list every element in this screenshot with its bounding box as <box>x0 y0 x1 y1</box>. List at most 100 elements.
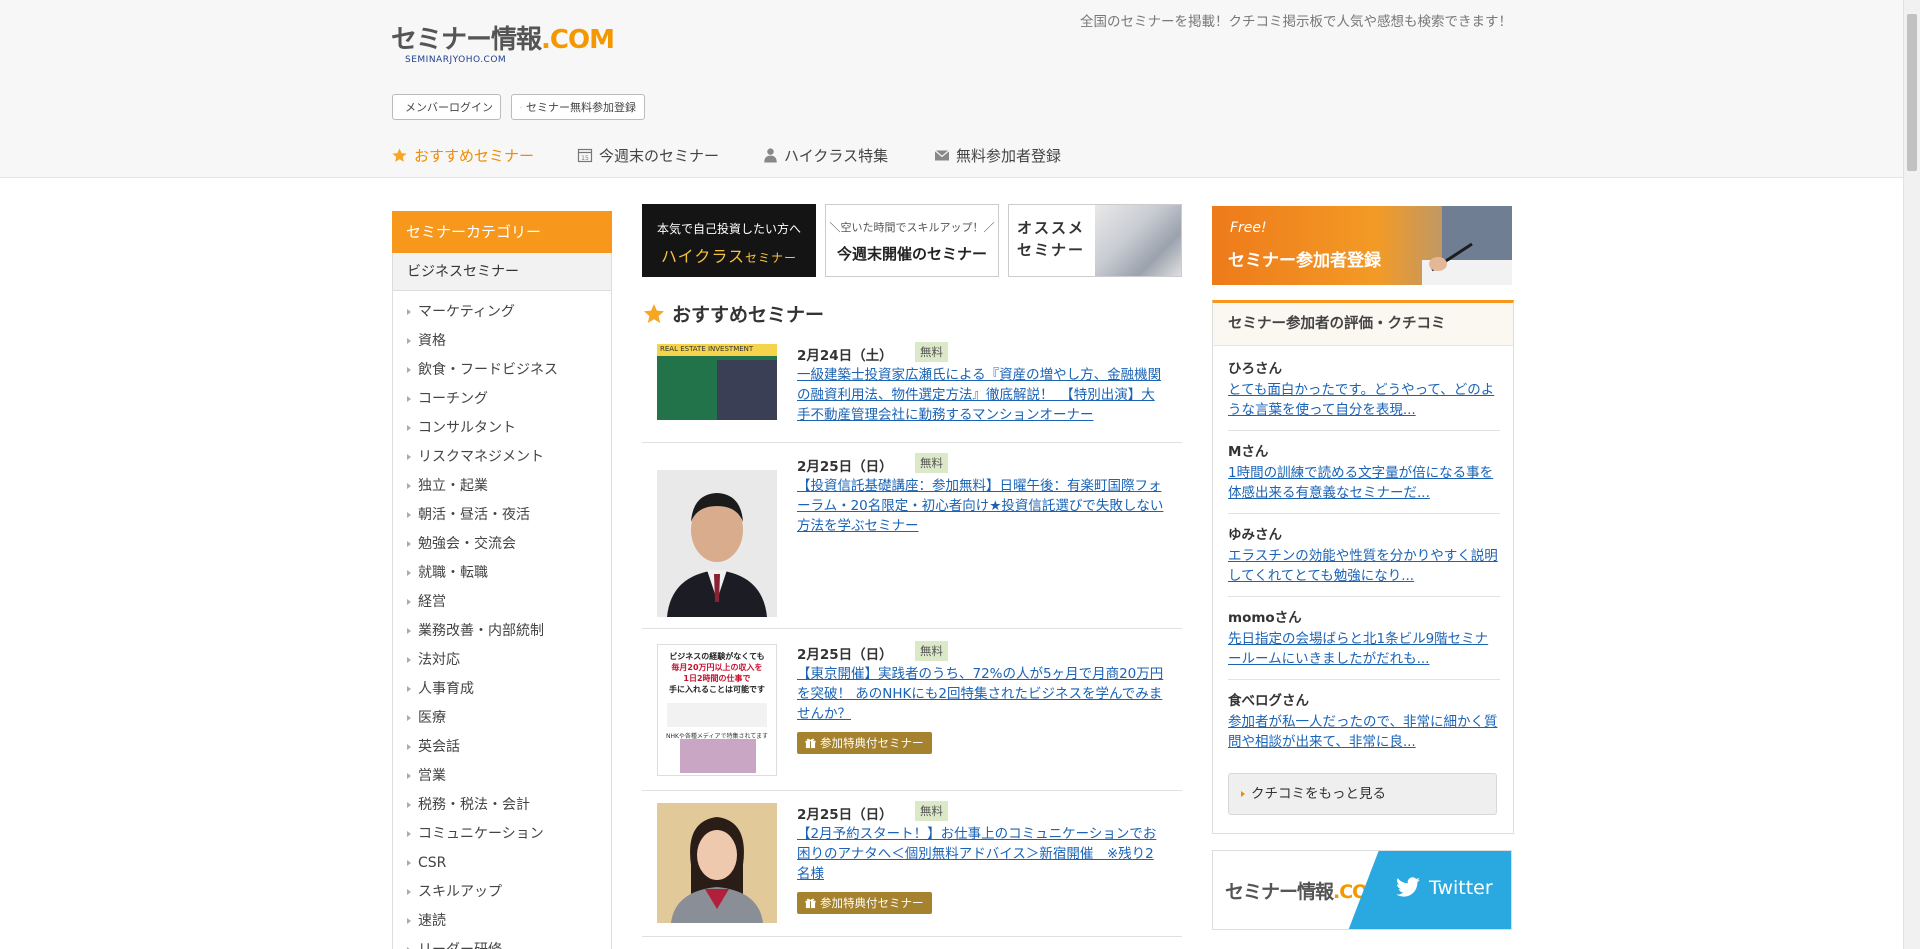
category-item[interactable]: 資格 <box>393 327 611 356</box>
arrow-right-icon <box>407 657 411 663</box>
speaker-photo <box>657 803 777 923</box>
seminar-title-link[interactable]: 【投資信託基礎講座：参加無料】日曜午後：有楽町国際フォーラム・20名限定・初心者… <box>797 476 1167 536</box>
category-item[interactable]: 営業 <box>393 762 611 791</box>
category-item-label: CSR <box>418 855 447 871</box>
seminar-thumbnail[interactable]: ビジネスの経験がなくても 毎月20万円以上の収入を 1日2時間の仕事で 手に入れ… <box>657 644 777 776</box>
category-item[interactable]: コーチング <box>393 385 611 414</box>
category-item[interactable]: 朝活・昼活・夜活 <box>393 501 611 530</box>
perk-badge[interactable]: 参加特典付セミナー <box>797 892 932 914</box>
twitter-banner[interactable]: セミナー情報.COM Twitter <box>1212 850 1512 930</box>
category-item-label: 英会話 <box>418 739 460 755</box>
speaker-photo <box>657 470 777 617</box>
category-item[interactable]: 法対応 <box>393 646 611 675</box>
seminar-title-link[interactable]: 【東京開催】実践者のうち、72%の人が5ヶ月で月商20万円を突破！ あのNHKに… <box>797 664 1167 724</box>
category-item[interactable]: 速読 <box>393 907 611 936</box>
category-item-label: 医療 <box>418 710 446 726</box>
category-item[interactable]: 就職・転職 <box>393 559 611 588</box>
reviewer-name: momoさん <box>1228 610 1302 626</box>
star-icon <box>392 147 407 162</box>
weekend-banner-caption: ＼空いた時間でスキルアップ！／ <box>829 221 995 234</box>
calendar-icon: 15 <box>577 148 593 163</box>
category-item-label: コーチング <box>418 391 488 407</box>
gift-icon <box>805 898 816 908</box>
category-item[interactable]: 独立・起業 <box>393 472 611 501</box>
arrow-right-icon <box>407 686 411 692</box>
free-register-button[interactable]: セミナー無料参加登録 <box>511 94 645 120</box>
category-item[interactable]: CSR <box>393 849 611 878</box>
review-text-link[interactable]: 1時間の訓練で読める文字量が倍になる事を体感出来る有意義なセミナーだ... <box>1228 463 1500 503</box>
seminar-entry: 2月25日（日） 無料 【2月予約スタート！】お仕事上のコミュニケーションでお困… <box>642 791 1182 937</box>
nav-weekend[interactable]: 15 今週末のセミナー <box>577 143 719 167</box>
category-item[interactable]: スキルアップ <box>393 878 611 907</box>
page-scrollbar[interactable] <box>1903 0 1920 949</box>
category-item[interactable]: 経営 <box>393 588 611 617</box>
arrow-right-icon <box>407 773 411 779</box>
reviewer-name: ゆみさん <box>1228 527 1282 543</box>
perk-badge[interactable]: 参加特典付セミナー <box>797 732 932 754</box>
nav-register[interactable]: 無料参加者登録 <box>934 143 1061 167</box>
review-item: Mさん 1時間の訓練で読める文字量が倍になる事を体感出来る有意義なセミナーだ..… <box>1228 442 1500 503</box>
arrow-right-icon <box>407 599 411 605</box>
category-item[interactable]: マーケティング <box>393 298 611 327</box>
member-login-button[interactable]: メンバーログイン <box>392 94 501 120</box>
arrow-right-icon <box>407 512 411 518</box>
scrollbar-thumb[interactable] <box>1907 14 1917 171</box>
nav-register-label: 無料参加者登録 <box>956 146 1062 165</box>
seminar-thumbnail[interactable] <box>657 470 777 617</box>
weekend-banner[interactable]: ＼空いた時間でスキルアップ！／ 今週末開催のセミナー <box>825 204 999 277</box>
site-logo[interactable]: セミナー情報.COM SEMINARJYOHO.COM <box>391 25 615 70</box>
seminar-thumbnail[interactable]: REAL ESTATE INVESTMENT <box>657 344 777 420</box>
osusume-banner[interactable]: オススメ セミナー <box>1008 204 1182 277</box>
nav-weekend-label: 今週末のセミナー <box>599 146 720 165</box>
seminar-title-link[interactable]: 【2月予約スタート！】お仕事上のコミュニケーションでお困りのアナタへ＜個別無料ア… <box>797 824 1167 884</box>
category-item[interactable]: 人事育成 <box>393 675 611 704</box>
arrow-right-icon <box>407 396 411 402</box>
arrow-right-icon <box>407 860 411 866</box>
reviewer-name: Mさん <box>1228 444 1269 460</box>
category-item[interactable]: 勉強会・交流会 <box>393 530 611 559</box>
category-item[interactable]: 飲食・フードビジネス <box>393 356 611 385</box>
category-item-label: マーケティング <box>418 304 515 320</box>
seminar-entry: 2月25日（日） 無料 【投資信託基礎講座：参加無料】日曜午後：有楽町国際フォー… <box>642 443 1182 629</box>
category-item-label: 業務改善・内部統制 <box>418 623 544 639</box>
category-item[interactable]: 医療 <box>393 704 611 733</box>
arrow-right-icon <box>407 367 411 373</box>
review-text-link[interactable]: エラスチンの効能や性質を分かりやすく説明してくれてとても勉強になり... <box>1228 546 1500 586</box>
seminar-title-link[interactable]: 一級建築士投資家広瀬氏による『資産の増やし方、金融機関の融資利用法、物件選定方法… <box>797 365 1167 425</box>
seminar-thumbnail[interactable] <box>657 803 777 923</box>
review-text-link[interactable]: とても面白かったです。どうやって、どのような言葉を使って自分を表現... <box>1228 380 1500 420</box>
category-item[interactable]: リスクマネジメント <box>393 443 611 472</box>
highclass-banner-caption: 本気で自己投資したい方へ <box>656 222 801 236</box>
arrow-right-icon <box>407 570 411 576</box>
pencil-icon <box>520 106 522 108</box>
category-item[interactable]: 税務・税法・会計 <box>393 791 611 820</box>
category-item[interactable]: コンサルタント <box>393 414 611 443</box>
writing-person-image <box>1422 206 1512 285</box>
more-reviews-button[interactable]: クチコミをもっと見る <box>1228 773 1497 815</box>
nav-highclass[interactable]: ハイクラス特集 <box>763 143 888 167</box>
twitter-label: Twitter <box>1395 877 1493 899</box>
logo-wordmark: セミナー情報.COM <box>391 25 615 55</box>
arrow-right-icon <box>407 454 411 460</box>
seminar-entry: ビジネスの経験がなくても 毎月20万円以上の収入を 1日2時間の仕事で 手に入れ… <box>642 629 1182 791</box>
participant-register-banner[interactable]: Free! セミナー参加者登録 <box>1212 206 1512 285</box>
category-item[interactable]: 業務改善・内部統制 <box>393 617 611 646</box>
highclass-banner[interactable]: 本気で自己投資したい方へ ハイクラスセミナー <box>642 204 816 277</box>
category-item-label: リーダー研修 <box>418 942 502 949</box>
category-item[interactable]: コミュニケーション <box>393 820 611 849</box>
category-item-label: 人事育成 <box>418 681 474 697</box>
seminar-entry: REAL ESTATE INVESTMENT 2月24日（土） 無料 一級建築士… <box>642 338 1182 443</box>
category-business[interactable]: ビジネスセミナー <box>393 253 611 291</box>
category-item[interactable]: リーダー研修 <box>393 936 611 949</box>
arrow-right-icon <box>407 425 411 431</box>
nav-recommended[interactable]: おすすめセミナー <box>391 143 534 167</box>
category-item-label: 経営 <box>418 594 446 610</box>
nav-recommended-label: おすすめセミナー <box>414 146 535 165</box>
review-text-link[interactable]: 先日指定の会場ばらと北1条ビル9階セミナールームにいきましたがだれも... <box>1228 629 1500 669</box>
free-badge: 無料 <box>915 342 948 362</box>
category-item-label: コミュニケーション <box>418 826 544 842</box>
free-register-label: セミナー無料参加登録 <box>526 101 636 114</box>
review-text-link[interactable]: 参加者が私一人だったので、非常に細かく質問や相談が出来て、非常に良... <box>1228 712 1500 752</box>
recommended-title-text: おすすめセミナー <box>672 304 825 326</box>
category-item[interactable]: 英会話 <box>393 733 611 762</box>
